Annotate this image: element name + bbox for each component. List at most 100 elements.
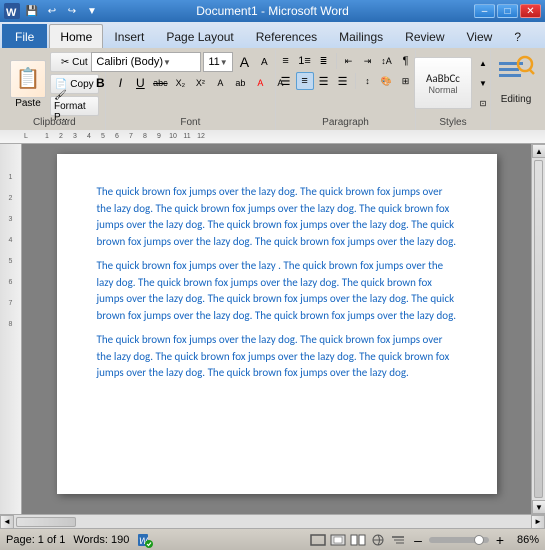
font-color-button[interactable]: A [251,74,269,92]
font-format-row: B I U abc X₂ X² A ab A A [91,74,289,92]
tab-insert[interactable]: Insert [103,24,155,48]
numbering-button[interactable]: 1≡ [296,52,314,70]
view-fullscreen-icon[interactable] [330,532,346,548]
styles-label: Styles [439,117,466,128]
page-info: Page: 1 of 1 [6,534,65,546]
h-scroll-track [14,517,531,527]
styles-scroll-up[interactable]: ▲ [474,54,492,72]
separator2 [355,73,356,89]
h-scroll-left-button[interactable]: ◄ [0,515,14,529]
ribbon-content: 📋 Paste ✂ Cut 📄 Copy 🖌 Format P... Clipb… [0,48,545,130]
horizontal-scrollbar[interactable]: ◄ ► [0,514,545,528]
font-group: Calibri (Body) ▼ 11 ▼ A A B I U abc X₂ X… [106,50,276,130]
increase-indent-button[interactable]: ⇥ [359,52,377,70]
title-bar: W 💾 ↩ ↪ ▼ Document1 - Microsoft Word – □… [0,0,545,22]
scroll-down-button[interactable]: ▼ [532,500,545,514]
h-scroll-right-button[interactable]: ► [531,515,545,529]
view-normal-icon[interactable] [310,532,326,548]
horizontal-ruler: L 1 2 3 4 5 6 7 8 9 10 11 12 [0,130,545,144]
document-text[interactable]: The quick brown fox jumps over the lazy … [97,184,457,382]
tab-home[interactable]: Home [49,24,103,48]
vertical-scrollbar[interactable]: ▲ ▼ [531,144,545,514]
superscript-button[interactable]: X² [191,74,209,92]
underline-button[interactable]: U [131,74,149,92]
align-center-button[interactable]: ≡ [296,72,314,90]
styles-preview[interactable]: AaBbCc Normal [414,57,472,109]
align-right-button[interactable]: ☰ [315,72,333,90]
status-left: Page: 1 of 1 Words: 190 W [6,532,153,548]
zoom-level: 86% [511,534,539,546]
clipboard-label: Clipboard [33,117,76,128]
status-bar: Page: 1 of 1 Words: 190 W – [0,528,545,550]
text-effects-button[interactable]: A [211,74,229,92]
zoom-slider[interactable] [429,537,489,543]
tab-file[interactable]: File [2,24,47,48]
zoom-thumb [474,535,484,545]
font-size-selector[interactable]: 11 ▼ [203,52,233,72]
editing-group: Editing [491,50,541,130]
h-scroll-thumb[interactable] [16,517,76,527]
window-title: Document1 - Microsoft Word [196,4,349,18]
tab-help[interactable]: ? [503,24,532,48]
paste-button[interactable]: 📋 Paste [10,60,46,109]
scroll-thumb[interactable] [534,160,543,498]
view-web-icon[interactable] [370,532,386,548]
shading-button[interactable]: 🎨 [378,72,396,90]
italic-button[interactable]: I [111,74,129,92]
editing-label: Editing [501,94,532,105]
zoom-minus-button[interactable]: – [410,532,426,548]
show-marks-button[interactable]: ¶ [397,52,415,70]
bold-button[interactable]: B [91,74,109,92]
strikethrough-button[interactable]: abc [151,74,169,92]
vertical-ruler: 1 2 3 4 5 6 7 8 [0,144,22,514]
editing-icon-area[interactable]: Editing [495,52,537,105]
styles-expand[interactable]: ⊡ [474,94,492,112]
decrease-font-button[interactable]: A [255,53,273,71]
bullets-button[interactable]: ≡ [277,52,295,70]
view-reading-icon[interactable] [350,532,366,548]
tab-mailings[interactable]: Mailings [328,24,394,48]
save-icon[interactable]: 💾 [24,3,40,19]
maximize-button[interactable]: □ [497,4,518,18]
title-bar-left: W 💾 ↩ ↪ ▼ [4,3,100,19]
dropdown-icon[interactable]: ▼ [84,3,100,19]
scroll-up-button[interactable]: ▲ [532,144,545,158]
close-button[interactable]: ✕ [520,4,541,18]
borders-button[interactable]: ⊞ [397,72,415,90]
multilevel-button[interactable]: ≣ [315,52,333,70]
separator [336,53,337,69]
zoom-plus-button[interactable]: + [492,532,508,548]
font-label: Font [180,117,200,128]
document-page: The quick brown fox jumps over the lazy … [57,154,497,494]
tab-review[interactable]: Review [394,24,455,48]
editing-icon [495,52,537,94]
paragraph-1: The quick brown fox jumps over the lazy … [97,184,457,250]
align-buttons-row: ☰ ≡ ☰ ☰ ↕ 🎨 ⊞ [277,72,415,90]
status-right: – + 86% [310,532,539,548]
check-spelling-icon[interactable]: W [137,532,153,548]
paragraph-group: ≡ 1≡ ≣ ⇤ ⇥ ↕A ¶ ☰ ≡ ☰ ☰ ↕ 🎨 ⊞ Paragraph [276,50,416,130]
tab-view[interactable]: View [456,24,504,48]
styles-arrows: ▲ ▼ ⊡ [474,54,492,112]
svg-text:W: W [6,7,17,19]
highlight-color-button[interactable]: ab [231,74,249,92]
tab-page-layout[interactable]: Page Layout [155,24,244,48]
styles-scroll-down[interactable]: ▼ [474,74,492,92]
subscript-button[interactable]: X₂ [171,74,189,92]
paste-label: Paste [15,98,41,109]
line-spacing-button[interactable]: ↕ [359,72,377,90]
minimize-button[interactable]: – [474,4,495,18]
font-name-selector[interactable]: Calibri (Body) ▼ [91,52,201,72]
redo-icon[interactable]: ↪ [64,3,80,19]
decrease-indent-button[interactable]: ⇤ [340,52,358,70]
main-document-view[interactable]: The quick brown fox jumps over the lazy … [22,144,531,514]
words-info: Words: 190 [73,534,129,546]
font-name-row: Calibri (Body) ▼ 11 ▼ A A [91,52,273,72]
view-outline-icon[interactable] [390,532,406,548]
align-left-button[interactable]: ☰ [277,72,295,90]
increase-font-button[interactable]: A [235,53,253,71]
tab-references[interactable]: References [245,24,328,48]
sort-button[interactable]: ↕A [378,52,396,70]
undo-icon[interactable]: ↩ [44,3,60,19]
justify-button[interactable]: ☰ [334,72,352,90]
